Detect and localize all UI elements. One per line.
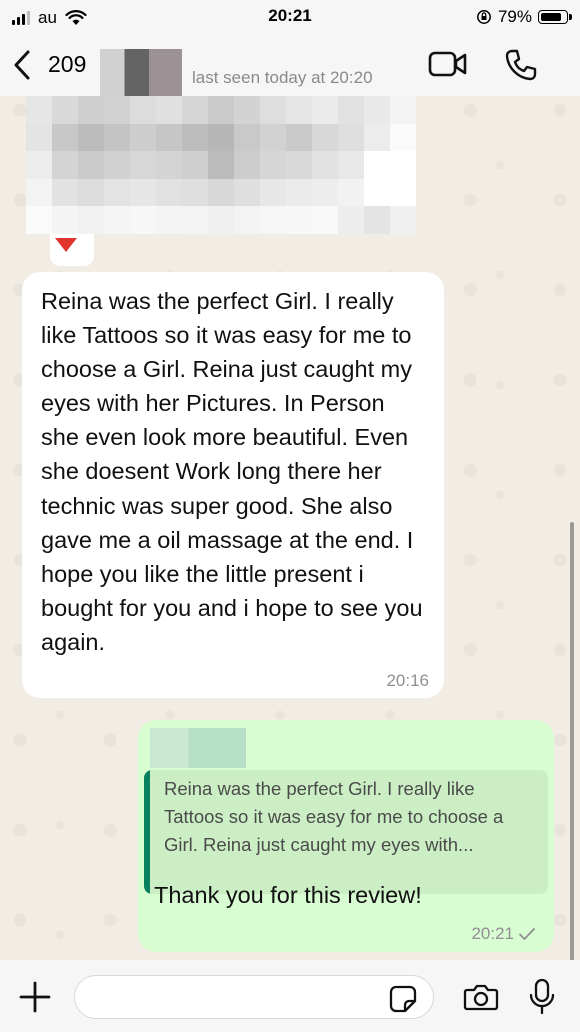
incoming-message-text: Reina was the perfect Girl. I really lik… [41, 288, 423, 655]
incoming-message-time: 20:16 [386, 671, 429, 690]
heart-icon [55, 238, 77, 252]
battery-icon [538, 10, 572, 24]
quoted-message-text: Reina was the perfect Girl. I really lik… [164, 778, 504, 855]
microphone-icon[interactable] [529, 978, 555, 1016]
outgoing-message-time: 20:21 [471, 924, 514, 943]
message-input-bar [0, 960, 580, 1032]
outgoing-message-meta: 20:21 [471, 924, 536, 944]
camera-icon[interactable] [463, 982, 499, 1012]
back-chevron-icon[interactable] [10, 48, 34, 82]
quote-accent-bar [144, 770, 150, 894]
quoted-message[interactable]: Reina was the perfect Girl. I really lik… [144, 770, 548, 894]
outgoing-message-text: Thank you for this review! [154, 882, 422, 908]
redacted-quote-author [150, 728, 246, 768]
sent-check-icon [519, 928, 535, 940]
phone-call-icon[interactable] [504, 48, 538, 82]
sticker-icon[interactable] [388, 984, 418, 1014]
orientation-lock-icon [477, 10, 491, 24]
video-call-icon[interactable] [428, 50, 468, 78]
last-seen-status: last seen today at 20:20 [192, 68, 373, 87]
redacted-image [26, 96, 416, 234]
status-right: 79% [476, 7, 572, 27]
contact-name[interactable]: 209 [48, 51, 86, 78]
battery-percent: 79% [497, 7, 532, 26]
outgoing-message-bubble[interactable]: Reina was the perfect Girl. I really lik… [138, 720, 554, 952]
scrollbar[interactable] [570, 522, 574, 962]
chat-header: 209 last seen today at 20:20 [0, 34, 580, 104]
plus-icon[interactable] [18, 980, 52, 1014]
incoming-message-bubble[interactable]: Reina was the perfect Girl. I really lik… [22, 272, 444, 698]
status-bar: au 20:21 79% [0, 0, 580, 34]
heart-reaction[interactable] [50, 234, 94, 266]
message-input[interactable] [74, 975, 434, 1019]
